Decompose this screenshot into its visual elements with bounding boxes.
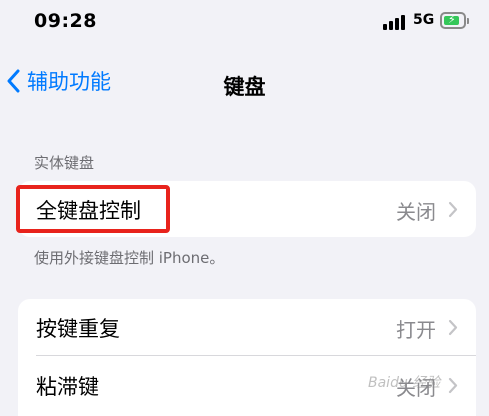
battery-tip [467, 18, 469, 24]
page-title: 键盘 [223, 75, 266, 99]
chevron-right-icon [448, 319, 458, 336]
row-value: 打开 [396, 318, 436, 342]
chevron-right-icon [448, 377, 458, 394]
status-bar: 09:28 5G ⚡ [0, 0, 489, 48]
watermark: Baidu 经验 [368, 375, 441, 391]
row-label: 按键重复 [36, 317, 120, 341]
chevron-right-icon [448, 201, 458, 218]
highlight-box [16, 185, 170, 233]
settings-group-keys: 按键重复 打开 粘滞键 关闭 [18, 299, 476, 416]
section-header-physical-keyboard: 实体键盘 [34, 154, 95, 172]
row-key-repeat[interactable]: 按键重复 打开 [18, 299, 476, 356]
section-footer: 使用外接键盘控制 iPhone。 [34, 249, 225, 267]
row-value: 关闭 [396, 200, 436, 224]
network-type: 5G [413, 12, 435, 28]
signal-icon [383, 14, 409, 30]
battery-icon: ⚡ [440, 12, 466, 29]
row-label: 粘滞键 [36, 375, 99, 399]
navigation-bar: 辅助功能 键盘 [0, 58, 489, 102]
row-divider [36, 355, 476, 356]
status-time: 09:28 [34, 10, 97, 32]
